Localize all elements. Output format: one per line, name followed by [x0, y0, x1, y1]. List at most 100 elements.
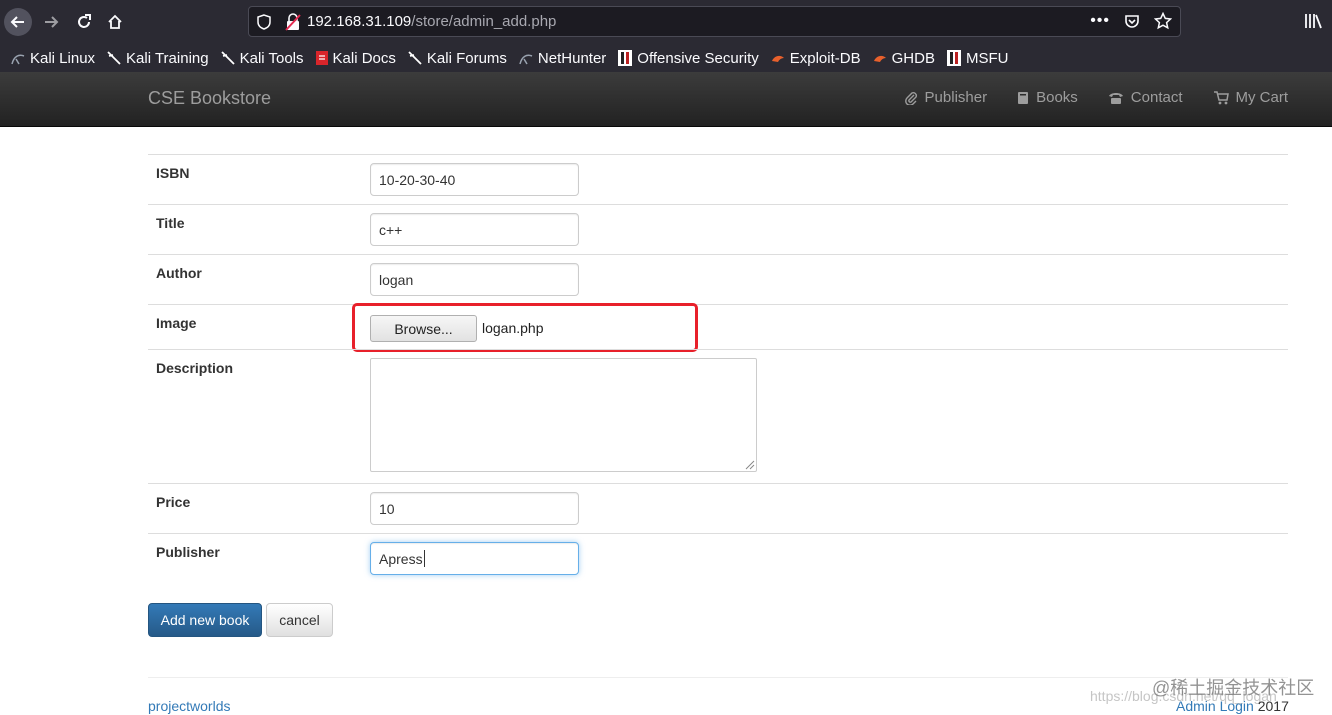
- kali-docs-icon: [315, 51, 328, 65]
- arrow-right-icon: [45, 16, 59, 28]
- msfu-icon: [946, 50, 961, 66]
- isbn-row: ISBN 10-20-30-40: [148, 154, 1288, 205]
- arrow-left-icon: [10, 16, 24, 28]
- bookmark-kali-tools[interactable]: Kali Tools: [220, 50, 304, 67]
- cart-icon: [1213, 90, 1229, 104]
- url-host: 192.168.31.109: [307, 13, 412, 30]
- isbn-label: ISBN: [156, 165, 190, 181]
- nethunter-icon: [519, 54, 533, 65]
- author-label: Author: [156, 265, 202, 281]
- bookmark-exploit-db[interactable]: Exploit-DB: [770, 50, 861, 67]
- browse-button[interactable]: Browse...: [370, 315, 477, 342]
- bookmark-kali-docs[interactable]: Kali Docs: [315, 50, 396, 67]
- image-row: Image Browse... logan.php: [148, 303, 1288, 352]
- more-actions-icon[interactable]: •••: [1090, 12, 1110, 30]
- isbn-value: 10-20-30-40: [379, 171, 456, 188]
- footer-year: 2017: [1257, 698, 1289, 714]
- bookmarks-bar: Kali Linux Kali Training Kali Tools Kali…: [0, 44, 1332, 72]
- watermark-text: @稀土掘金技术社区: [1152, 678, 1315, 698]
- url-text[interactable]: 192.168.31.109/store/admin_add.php: [307, 13, 556, 30]
- image-label: Image: [156, 315, 197, 331]
- phone-icon: [1108, 92, 1123, 104]
- book-icon: [1018, 91, 1029, 104]
- bookmark-nethunter[interactable]: NetHunter: [518, 50, 606, 67]
- url-path: /store/admin_add.php: [411, 13, 557, 30]
- kali-dragon-icon: [220, 51, 235, 65]
- resize-grip-icon[interactable]: [743, 458, 755, 470]
- nav-books[interactable]: Books: [1017, 89, 1078, 106]
- price-row: Price 10: [148, 483, 1288, 534]
- nav-label: Books: [1036, 89, 1078, 106]
- reload-icon: [78, 14, 91, 28]
- pocket-icon[interactable]: [1124, 13, 1140, 29]
- bookmark-ghdb[interactable]: GHDB: [872, 50, 935, 67]
- bookmark-offensive-security[interactable]: Offensive Security: [617, 49, 759, 67]
- bookmark-label: MSFU: [965, 49, 1009, 67]
- publisher-input[interactable]: Apress: [370, 542, 579, 575]
- bookmark-kali-linux[interactable]: Kali Linux: [10, 50, 95, 67]
- site-navbar: CSE Bookstore Publisher Books Contact My…: [0, 72, 1332, 127]
- bookmark-label: NetHunter: [537, 49, 607, 67]
- shield-icon[interactable]: [257, 14, 271, 30]
- publisher-label: Publisher: [156, 544, 220, 560]
- selected-file-name: logan.php: [482, 320, 544, 336]
- star-icon[interactable]: [1154, 12, 1172, 30]
- url-bar[interactable]: 192.168.31.109/store/admin_add.php •••: [248, 6, 1181, 37]
- text-caret: [423, 550, 425, 567]
- price-input[interactable]: 10: [370, 492, 579, 525]
- bookmark-kali-forums[interactable]: Kali Forums: [407, 50, 507, 67]
- title-row: Title c++: [148, 204, 1288, 255]
- title-input[interactable]: c++: [370, 213, 579, 246]
- publisher-row: Publisher Apress: [148, 533, 1288, 584]
- offsec-icon: [618, 50, 633, 66]
- home-button[interactable]: [101, 8, 129, 36]
- bookmark-msfu[interactable]: MSFU: [946, 49, 1009, 67]
- kali-dragon-icon: [107, 51, 121, 65]
- bookmark-kali-training[interactable]: Kali Training: [106, 50, 209, 67]
- browser-toolbar: 192.168.31.109/store/admin_add.php •••: [0, 0, 1332, 44]
- description-label: Description: [156, 360, 234, 376]
- footer-right: Admin Login 2017: [1176, 698, 1289, 714]
- bookmark-label: Kali Training: [126, 49, 209, 67]
- home-icon: [108, 14, 122, 29]
- bookmark-label: GHDB: [891, 49, 935, 67]
- title-label: Title: [156, 215, 185, 231]
- footer-divider: [148, 677, 1288, 678]
- price-value: 10: [379, 500, 395, 517]
- nav-label: My Cart: [1235, 89, 1289, 106]
- bookmark-label: Kali Tools: [239, 49, 304, 67]
- nav-label: Contact: [1130, 89, 1183, 106]
- author-row: Author logan: [148, 254, 1288, 305]
- bookmark-label: Offensive Security: [637, 49, 759, 67]
- kali-dragon-icon: [408, 51, 422, 65]
- bookmark-label: Kali Linux: [30, 49, 96, 67]
- bookmark-label: Exploit-DB: [789, 49, 861, 67]
- insecure-lock-icon[interactable]: [285, 13, 301, 31]
- admin-login-link[interactable]: Admin Login: [1176, 698, 1254, 714]
- nav-label: Publisher: [924, 89, 988, 106]
- library-icon[interactable]: [1304, 12, 1322, 30]
- title-value: c++: [379, 221, 403, 238]
- publisher-value: Apress: [379, 550, 423, 567]
- exploitdb-icon: [771, 55, 784, 62]
- nav-contact[interactable]: Contact: [1108, 89, 1183, 106]
- kali-dragon-icon: [11, 54, 25, 65]
- bookmark-label: Kali Docs: [332, 49, 396, 67]
- nav-publisher[interactable]: Publisher: [904, 89, 988, 106]
- add-new-book-button[interactable]: Add new book: [148, 603, 262, 637]
- nav-my-cart[interactable]: My Cart: [1213, 89, 1289, 106]
- description-row: Description: [148, 349, 1288, 484]
- site-brand[interactable]: CSE Bookstore: [148, 88, 271, 109]
- footer-projectworlds-link[interactable]: projectworlds: [148, 698, 230, 714]
- bookmark-label: Kali Forums: [426, 49, 507, 67]
- author-value: logan: [379, 271, 414, 288]
- back-button[interactable]: [4, 8, 32, 36]
- author-input[interactable]: logan: [370, 263, 579, 296]
- forward-button[interactable]: [37, 8, 65, 36]
- ghdb-icon: [873, 55, 886, 62]
- cancel-button[interactable]: cancel: [266, 603, 333, 637]
- price-label: Price: [156, 494, 191, 510]
- isbn-input[interactable]: 10-20-30-40: [370, 163, 579, 196]
- reload-button[interactable]: [70, 8, 98, 36]
- description-textarea[interactable]: [370, 358, 757, 472]
